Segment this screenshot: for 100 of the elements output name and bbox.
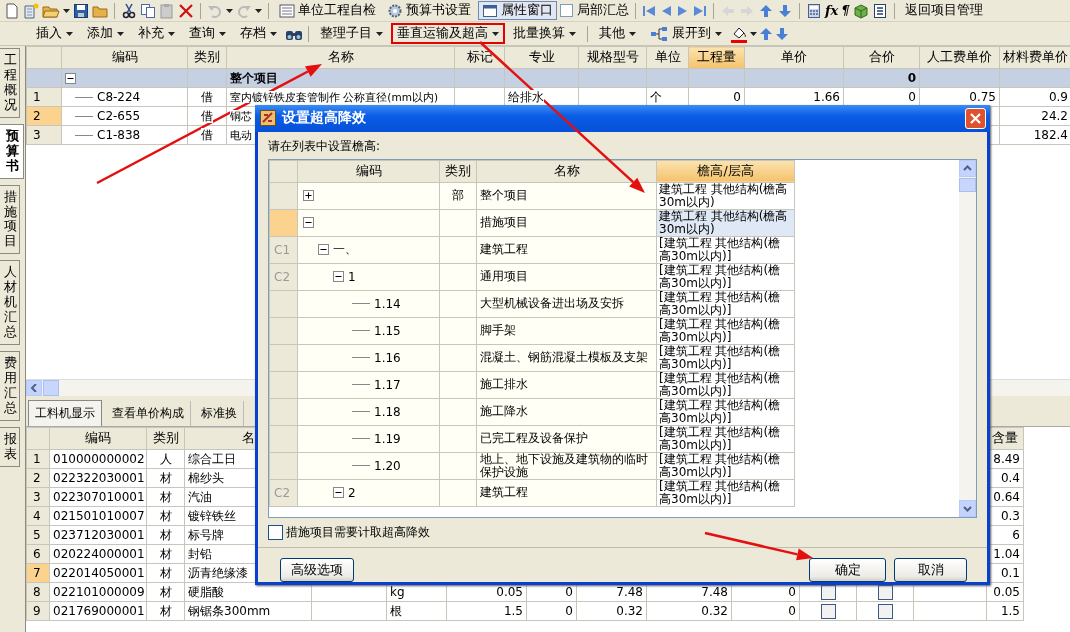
table-cell: 022307010001 (53, 490, 145, 504)
table-cell: 棉纱头 (188, 470, 224, 485)
column-header[interactable]: 名称 (226, 46, 455, 69)
toolbar-glyph[interactable]: ¶ (841, 3, 850, 18)
menu-button[interactable]: 其他 (593, 23, 642, 44)
ok-button[interactable]: 确定 (809, 558, 886, 582)
side-tab[interactable]: 费用汇总 (0, 351, 20, 421)
table-cell: 022322030001 (53, 471, 145, 485)
advanced-button[interactable]: 高级选项 (280, 558, 354, 582)
table-cell: 地上、地下设施及建筑物的临时保护设施 (480, 453, 648, 479)
table-cell: 脚手架 (480, 323, 516, 338)
table-cell: 0.3 (1000, 509, 1020, 523)
table-cell: 建筑工程 (480, 242, 528, 257)
tab[interactable]: 工料机显示 (28, 400, 102, 426)
table-cell: 大型机械设备进出场及安拆 (480, 296, 624, 311)
summary-checkbox[interactable]: 局部汇总 (560, 2, 629, 19)
table-cell: 部 (452, 188, 464, 203)
table-cell: 混凝土、钢筋混凝土模板及支架 (480, 350, 648, 365)
tab[interactable]: 查看单价构成 (106, 401, 191, 426)
column-header[interactable]: 工程量 (688, 46, 745, 69)
menu-button[interactable]: 添加 (81, 23, 130, 44)
side-tab[interactable]: 预算书 (0, 123, 24, 179)
table-cell: 1.15 (374, 323, 401, 338)
side-tab[interactable]: 人材机汇总 (0, 260, 20, 345)
column-header[interactable]: 编码 (297, 160, 440, 183)
menu-button[interactable]: 查询 (183, 23, 232, 44)
table-cell: 020224000001 (53, 547, 145, 561)
table-cell: 0.64 (993, 490, 1020, 504)
side-tab[interactable]: 措施项目 (0, 184, 20, 255)
column-header[interactable]: 单位 (646, 46, 689, 69)
menu-button[interactable]: 整理子目 (314, 23, 389, 44)
table-cell: 182.4 (1033, 128, 1068, 142)
table-cell: 1.5 (1000, 604, 1020, 618)
table-cell: 人 (159, 451, 172, 466)
column-header[interactable]: 合价 (843, 46, 920, 69)
column-header[interactable]: 材料费单价 (999, 46, 1070, 69)
table-cell: 0.75 (969, 90, 996, 104)
table-cell: 给排水 (508, 89, 544, 104)
column-header[interactable]: 类别 (187, 46, 227, 69)
table-cell: 24.2 (1041, 109, 1068, 123)
table-cell: 0.32 (701, 604, 728, 618)
menu-button[interactable]: 插入 (30, 23, 79, 44)
side-tab[interactable]: 工程概况 (0, 48, 20, 118)
table-cell: C2-655 (97, 109, 141, 123)
table-cell: 综合工日 (188, 451, 236, 466)
cancel-button[interactable]: 取消 (894, 558, 967, 582)
table-cell: 措施项目 (480, 215, 528, 230)
table-cell: 材 (159, 603, 172, 618)
toolbar-button[interactable]: 属性窗口 (478, 1, 557, 20)
table-cell: 010000000002 (53, 452, 145, 466)
table-cell: 通用项目 (480, 269, 528, 284)
table-cell: 021501010007 (53, 509, 145, 523)
checkbox[interactable]: 措施项目需要计取超高降效 (258, 518, 987, 548)
table-cell: 022101000009 (53, 585, 145, 599)
table-cell: 0 (788, 585, 796, 599)
table-cell: 材 (159, 546, 172, 561)
column-header[interactable]: 专业 (504, 46, 579, 69)
side-tab[interactable]: 报表 (0, 426, 20, 467)
column-header[interactable]: 类别 (439, 160, 477, 183)
table-cell: 023712030001 (53, 528, 145, 542)
table-cell: 2 (348, 485, 356, 500)
table-cell: 材 (159, 489, 172, 504)
toolbar-button[interactable]: 单位工程自检 (275, 1, 380, 20)
table-cell: 封铅 (188, 546, 212, 561)
menu-button[interactable]: 补充 (132, 23, 181, 44)
toolbar-glyph[interactable]: fx (825, 3, 839, 18)
toolbar-button[interactable]: 预算书设置 (383, 1, 475, 20)
table-cell: 建筑工程 (480, 485, 528, 500)
column-header[interactable]: 规格型号 (578, 46, 647, 69)
menu-button[interactable]: 垂直运输及超高 (391, 23, 505, 44)
table-cell: 7.48 (616, 585, 643, 599)
table-cell: 标号牌 (188, 527, 224, 542)
table-cell: 沥青绝缘漆 (188, 565, 248, 580)
column-header[interactable]: 编码 (61, 46, 188, 69)
column-header[interactable]: 名称 (476, 160, 657, 183)
table-cell: C1-838 (97, 128, 141, 142)
table-cell: 1.18 (374, 404, 401, 419)
table-cell: 0 (788, 604, 796, 618)
table-cell: 已完工程及设备保护 (480, 431, 588, 446)
menu-button[interactable]: 展开到 (644, 23, 728, 44)
table-cell: 镀锌铁丝 (188, 508, 236, 523)
table-cell: 1.16 (374, 350, 401, 365)
prompt-text: 请在列表中设置檐高: (267, 137, 382, 155)
column-header[interactable]: 檐高/层高 (656, 160, 795, 183)
column-header[interactable]: 类别 (146, 427, 185, 450)
column-header[interactable]: 编码 (49, 427, 147, 450)
menu-button[interactable]: 存档 (234, 23, 283, 44)
table-cell: 室内镀锌铁皮套管制作 公称直径(mm以内) (230, 90, 438, 103)
table-cell: 0 (908, 90, 916, 104)
column-header[interactable]: 单价 (744, 46, 844, 69)
menu-button[interactable]: 批量换算 (507, 23, 582, 44)
table-cell: 0.4 (1000, 471, 1020, 485)
table-cell: 1.20 (374, 458, 401, 473)
table-cell: 0.05 (496, 585, 523, 599)
tab[interactable]: 标准换 (195, 401, 244, 426)
column-header[interactable]: 人工费单价 (919, 46, 1000, 69)
table-cell: kg (390, 585, 405, 599)
table-cell: 1.5 (503, 604, 523, 618)
return-button[interactable]: 返回项目管理 (900, 1, 987, 20)
table-cell: 施工排水 (480, 377, 528, 392)
